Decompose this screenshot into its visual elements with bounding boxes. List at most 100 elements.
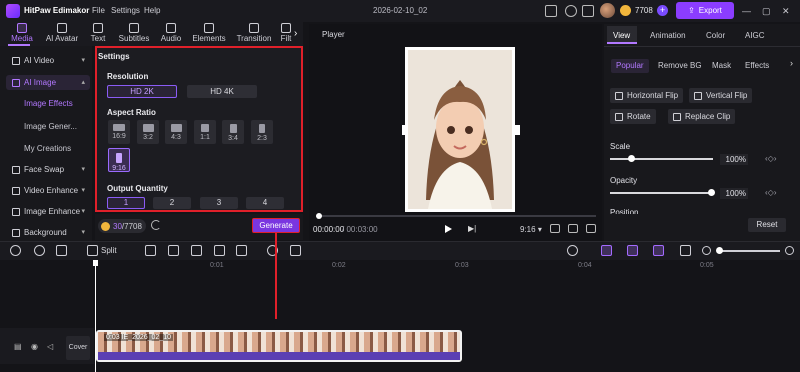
quantity-3-button[interactable]: 3 <box>200 197 238 209</box>
tab-ai-avatar[interactable]: AI Avatar <box>42 23 82 43</box>
speed-icon[interactable] <box>168 245 179 256</box>
menu-help[interactable]: Help <box>144 6 160 15</box>
zoom-in-icon[interactable] <box>785 246 794 255</box>
snap-icon[interactable] <box>653 245 664 256</box>
subtab-effects[interactable]: Effects <box>745 59 769 73</box>
scale-slider-handle[interactable] <box>628 155 635 162</box>
close-icon[interactable]: ✕ <box>782 6 790 17</box>
resolution-hd4k-button[interactable]: HD 4K <box>187 85 257 98</box>
track-lock-icon[interactable]: ▤ <box>14 342 22 351</box>
menu-file[interactable]: File <box>92 6 105 15</box>
resolution-hd2k-button[interactable]: HD 2K <box>107 85 177 98</box>
menu-settings[interactable]: Settings <box>111 6 140 15</box>
skip-forward-icon[interactable]: ▶| <box>468 224 476 233</box>
split-icon[interactable] <box>87 245 98 256</box>
snapshot-icon[interactable] <box>550 224 560 233</box>
export-button[interactable]: ⇪ Export <box>676 2 734 19</box>
track-audio-icon[interactable]: ◁ <box>47 342 53 351</box>
scale-slider[interactable] <box>610 158 713 160</box>
sidebar-item-ai-video[interactable]: AI Video ▾ <box>6 53 90 68</box>
tab-subtitles[interactable]: Subtitles <box>114 23 154 43</box>
tab-audio[interactable]: Audio <box>151 23 191 43</box>
undo-icon[interactable] <box>10 245 21 256</box>
horizontal-flip-button[interactable]: Horizontal Flip <box>610 88 684 103</box>
aspect-ratio-select[interactable]: 9:16 ▾ <box>520 225 542 234</box>
refresh-icon[interactable] <box>151 220 161 230</box>
quantity-2-button[interactable]: 2 <box>153 197 191 209</box>
tab-aigc[interactable]: AIGC <box>745 31 765 40</box>
screen-icon[interactable] <box>545 5 557 17</box>
tabs-scroll-right-icon[interactable]: › <box>294 28 297 39</box>
reset-button[interactable]: Reset <box>748 218 786 232</box>
quantity-4-button[interactable]: 4 <box>246 197 284 209</box>
sidebar-item-image-enhance[interactable]: Image Enhance ▾ <box>6 204 90 219</box>
subtab-popular[interactable]: Popular <box>611 59 649 73</box>
crop-icon[interactable] <box>568 224 578 233</box>
opacity-slider-handle[interactable] <box>708 189 715 196</box>
rotate-tool-icon[interactable] <box>214 245 225 256</box>
crop-handle-right[interactable] <box>515 125 520 135</box>
gift-icon[interactable] <box>582 5 594 17</box>
fit-timeline-icon[interactable] <box>680 245 691 256</box>
scale-value[interactable]: 100% <box>720 154 748 165</box>
tab-media[interactable]: Media <box>2 23 42 43</box>
minimize-icon[interactable]: — <box>742 6 751 16</box>
subitem-image-generator[interactable]: Image Gener... <box>24 122 77 131</box>
subtab-remove-bg[interactable]: Remove BG <box>658 59 702 73</box>
zoom-out-icon[interactable] <box>702 246 711 255</box>
cover-button[interactable]: Cover <box>66 336 90 360</box>
rotate-button[interactable]: Rotate <box>610 109 656 124</box>
screenshot-icon[interactable] <box>290 245 301 256</box>
aspect-3-2-button[interactable]: 3:2 <box>137 120 159 144</box>
sidebar-item-ai-image[interactable]: AI Image ▴ <box>6 75 90 90</box>
keyframe-icon[interactable]: ‹◇› <box>765 154 776 163</box>
tab-text[interactable]: Text <box>78 23 118 43</box>
aspect-4-3-button[interactable]: 4:3 <box>165 120 187 144</box>
tab-view[interactable]: View <box>613 31 630 40</box>
microphone-icon[interactable] <box>567 245 578 256</box>
opacity-value[interactable]: 100% <box>720 188 748 199</box>
redo-icon[interactable] <box>34 245 45 256</box>
aspect-9-16-button[interactable]: 9:16 <box>108 148 130 172</box>
avatar[interactable] <box>600 3 615 18</box>
info-icon[interactable] <box>565 5 577 17</box>
sidebar-item-face-swap[interactable]: Face Swap ▾ <box>6 162 90 177</box>
aspect-16-9-button[interactable]: 16:9 <box>108 120 130 144</box>
playhead-handle[interactable] <box>93 260 98 266</box>
opacity-slider[interactable] <box>610 192 713 194</box>
zoom-slider[interactable] <box>717 250 780 252</box>
tab-animation[interactable]: Animation <box>650 31 686 40</box>
zoom-slider-handle[interactable] <box>716 247 723 254</box>
sidebar-item-video-enhance[interactable]: Video Enhance ▾ <box>6 183 90 198</box>
keyframe-icon[interactable]: ‹◇› <box>765 188 776 197</box>
crop-tool-icon[interactable] <box>191 245 202 256</box>
replace-clip-button[interactable]: Replace Clip <box>668 109 736 124</box>
link-icon[interactable] <box>601 245 612 256</box>
subtab-mask[interactable]: Mask <box>712 59 731 73</box>
magnet-icon[interactable] <box>627 245 638 256</box>
sidebar-item-background[interactable]: Background ▾ <box>6 225 90 240</box>
playhead[interactable] <box>95 260 96 372</box>
text-tool-icon[interactable] <box>145 245 156 256</box>
subtabs-scroll-icon[interactable]: › <box>790 58 793 68</box>
maximize-icon[interactable]: ▢ <box>762 6 771 17</box>
timeline-ruler[interactable] <box>96 260 800 272</box>
aspect-1-1-button[interactable]: 1:1 <box>194 120 216 144</box>
generate-button[interactable]: Generate <box>252 218 300 233</box>
playback-scrubber[interactable] <box>318 215 596 217</box>
preview-image[interactable] <box>405 47 515 212</box>
delete-icon[interactable] <box>56 245 67 256</box>
quantity-1-button[interactable]: 1 <box>107 197 145 209</box>
tab-elements[interactable]: Elements <box>189 23 229 43</box>
vertical-flip-button[interactable]: Vertical Flip <box>689 88 753 103</box>
fullscreen-icon[interactable] <box>586 224 596 233</box>
split-label[interactable]: Split <box>101 246 117 255</box>
aspect-2-3-button[interactable]: 2:3 <box>251 120 273 144</box>
tab-transition[interactable]: Transition <box>234 23 274 43</box>
scrubber-handle[interactable] <box>316 213 322 219</box>
tab-color[interactable]: Color <box>706 31 725 40</box>
subitem-image-effects[interactable]: Image Effects <box>24 99 73 108</box>
subitem-my-creations[interactable]: My Creations <box>24 144 71 153</box>
aspect-3-4-button[interactable]: 3:4 <box>222 120 244 144</box>
crop-handle-left[interactable] <box>402 125 407 135</box>
